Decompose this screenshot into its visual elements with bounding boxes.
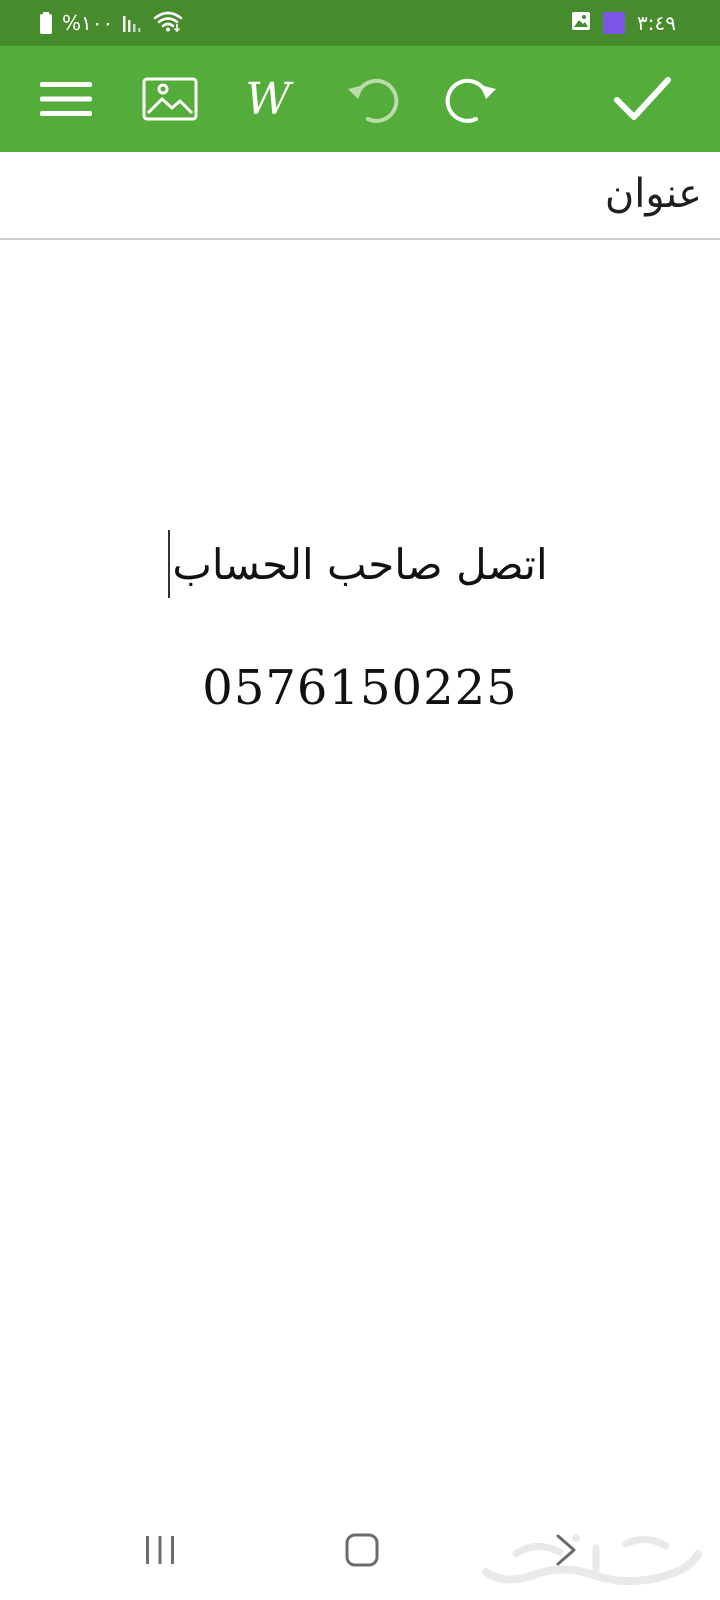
body-line-1: اتصل صاحب الحساب bbox=[172, 540, 548, 589]
recent-apps-icon bbox=[146, 1536, 174, 1564]
battery-icon bbox=[40, 12, 52, 34]
gallery-notification-icon bbox=[571, 11, 591, 36]
note-editor[interactable]: اتصل صاحب الحساب 0576150225 bbox=[0, 240, 720, 1500]
wifi-icon bbox=[153, 10, 183, 37]
checkmark-icon bbox=[614, 77, 671, 120]
image-icon bbox=[142, 77, 198, 121]
clock: ٣:٤٩ bbox=[637, 11, 676, 35]
body-line-2: 0576150225 bbox=[202, 660, 518, 716]
status-right-group: ٣:٤٩ bbox=[571, 10, 676, 36]
save-button[interactable] bbox=[612, 46, 672, 152]
hamburger-icon bbox=[40, 82, 92, 116]
home-icon bbox=[345, 1533, 379, 1567]
text-cursor bbox=[168, 530, 171, 598]
signal-icon bbox=[123, 10, 143, 37]
redo-icon bbox=[445, 78, 496, 123]
status-left-group: %١٠٠ bbox=[40, 10, 183, 36]
insert-image-button[interactable] bbox=[140, 46, 200, 152]
title-input[interactable] bbox=[20, 170, 704, 218]
word-format-button[interactable]: W bbox=[238, 46, 298, 152]
undo-icon bbox=[348, 78, 399, 123]
app-notification-icon bbox=[603, 12, 626, 34]
editor-toolbar: W bbox=[0, 46, 720, 152]
body-line-1-wrapper: اتصل صاحب الحساب bbox=[168, 530, 551, 598]
home-button[interactable] bbox=[332, 1500, 392, 1600]
title-row bbox=[0, 152, 720, 240]
navigation-bar bbox=[0, 1500, 720, 1600]
menu-button[interactable] bbox=[36, 46, 96, 152]
undo-button[interactable] bbox=[342, 46, 402, 152]
redo-button[interactable] bbox=[442, 46, 502, 152]
body-line-1-container: اتصل صاحب الحساب bbox=[0, 530, 720, 598]
battery-percent: %١٠٠ bbox=[62, 11, 114, 35]
status-bar: %١٠٠ ٣:٤٩ bbox=[0, 0, 720, 46]
w-icon: W bbox=[245, 73, 291, 125]
watermark-logo bbox=[476, 1524, 706, 1594]
recent-apps-button[interactable] bbox=[130, 1500, 190, 1600]
